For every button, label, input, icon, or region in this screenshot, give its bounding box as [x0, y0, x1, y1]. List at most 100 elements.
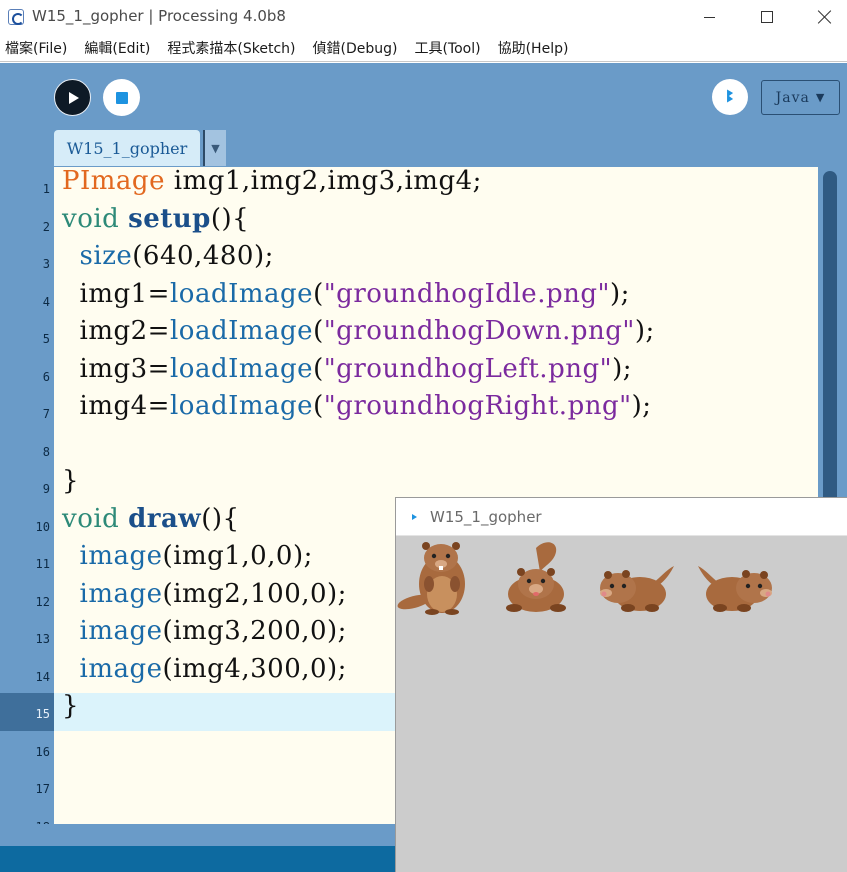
code-token: PImage	[62, 167, 165, 196]
line-number: 3	[42, 257, 50, 271]
code-token: img4=	[62, 391, 170, 421]
code-token: loadImage	[169, 391, 314, 421]
code-token: );	[612, 353, 632, 384]
line-number: 7	[42, 407, 50, 421]
maximize-button[interactable]	[738, 0, 796, 34]
minimize-button[interactable]	[680, 0, 738, 34]
code-token: (img3,200,0);	[162, 616, 347, 646]
code-token: size	[79, 241, 133, 271]
sketch-icon	[412, 514, 417, 520]
code-token: }	[62, 466, 80, 496]
window-title: W15_1_gopher | Processing 4.0b8	[32, 7, 286, 25]
tab-menu-button[interactable]: ▼	[203, 130, 226, 166]
code-token: );	[609, 278, 630, 309]
line-number: 9	[42, 482, 50, 496]
code-line: image(img3,200,0);	[62, 616, 347, 646]
code-line: image(img1,0,0);	[62, 541, 313, 571]
code-token: (	[313, 316, 324, 346]
code-line: size(640,480);	[62, 241, 274, 271]
mode-label: Java	[775, 89, 810, 106]
menu-sketch[interactable]: 程式素描本(Sketch)	[167, 38, 295, 58]
tab-label: W15_1_gopher	[66, 138, 188, 158]
code-token: img3=	[62, 353, 170, 384]
mode-selector[interactable]: Java ▼	[761, 80, 840, 115]
maximize-icon	[761, 11, 773, 23]
stop-button[interactable]	[103, 79, 140, 116]
processing-app-icon	[8, 9, 24, 25]
debugger-button[interactable]: ꔪ	[712, 79, 748, 115]
menu-help[interactable]: 協助(Help)	[498, 38, 569, 58]
line-number: 2	[42, 219, 50, 234]
code-token: img2=	[62, 316, 170, 346]
line-number: 6	[42, 369, 50, 384]
code-token: draw	[128, 503, 202, 534]
menu-debug[interactable]: 偵錯(Debug)	[313, 38, 398, 58]
close-button[interactable]	[796, 0, 847, 34]
run-button[interactable]	[54, 79, 91, 116]
code-token: img1,img2,img3,img4;	[164, 167, 482, 196]
code-line: void draw(){	[62, 504, 240, 534]
code-token: "groundhogIdle.png"	[323, 278, 610, 309]
line-number: 10	[35, 519, 50, 534]
line-number-gutter: 123456789101112131415161718	[0, 167, 54, 834]
code-line: img3=loadImage("groundhogLeft.png");	[62, 354, 632, 384]
code-token: "groundhogDown.png"	[323, 316, 635, 346]
code-token: (640,480);	[132, 241, 274, 271]
code-token: }	[62, 691, 80, 721]
tab-sketch[interactable]: W15_1_gopher	[54, 130, 200, 166]
code-token: (){	[201, 503, 240, 534]
menu-file[interactable]: 檔案(File)	[5, 38, 67, 58]
play-icon	[69, 91, 79, 104]
title-bar: W15_1_gopher | Processing 4.0b8	[0, 0, 847, 34]
code-token: img1=	[62, 278, 170, 309]
line-number: 16	[35, 744, 50, 759]
code-token: loadImage	[169, 278, 314, 309]
code-token: "groundhogRight.png"	[323, 391, 632, 421]
close-icon	[818, 10, 832, 24]
menu-tool[interactable]: 工具(Tool)	[414, 38, 480, 58]
code-token: image	[79, 653, 163, 684]
code-token: );	[634, 316, 655, 346]
toolbar: ꔪ Java ▼	[0, 63, 847, 131]
code-token: "groundhogLeft.png"	[323, 353, 613, 384]
code-token: (	[313, 353, 324, 384]
sketch-title-bar: W15_1_gopher	[396, 498, 847, 536]
groundhog-idle-sprite	[397, 542, 465, 615]
groundhog-left-sprite	[600, 566, 674, 612]
line-number: 14	[35, 669, 50, 684]
code-token: loadImage	[169, 316, 314, 346]
code-line: }	[62, 466, 79, 496]
code-line: img1=loadImage("groundhogIdle.png");	[62, 279, 630, 309]
code-token: loadImage	[169, 353, 314, 384]
line-number: 17	[35, 782, 50, 796]
line-number: 8	[42, 444, 50, 459]
minimize-icon	[703, 16, 715, 18]
sketch-title: W15_1_gopher	[430, 508, 542, 526]
code-token: image	[79, 541, 163, 571]
code-line: img4=loadImage("groundhogRight.png");	[62, 391, 651, 421]
code-token: void	[62, 503, 120, 534]
line-number: 1	[42, 182, 50, 196]
code-line: image(img2,100,0);	[62, 579, 347, 609]
sketch-canvas	[396, 536, 847, 872]
debugger-icon: ꔪ	[726, 87, 734, 106]
code-token: void	[62, 203, 120, 234]
line-number: 15	[35, 707, 50, 721]
code-line: PImage img1,img2,img3,img4;	[62, 167, 482, 196]
line-number: 13	[35, 632, 50, 646]
menu-edit[interactable]: 編輯(Edit)	[84, 38, 150, 58]
code-line: image(img4,300,0);	[62, 654, 347, 684]
code-line: void setup(){	[62, 204, 249, 234]
line-number: 11	[35, 557, 50, 571]
chevron-down-icon: ▼	[211, 141, 220, 155]
code-token: (	[313, 391, 324, 421]
code-token: (img2,100,0);	[162, 578, 347, 609]
code-token: setup	[128, 203, 211, 234]
menu-bar: 檔案(File) 編輯(Edit) 程式素描本(Sketch) 偵錯(Debug…	[0, 34, 847, 62]
